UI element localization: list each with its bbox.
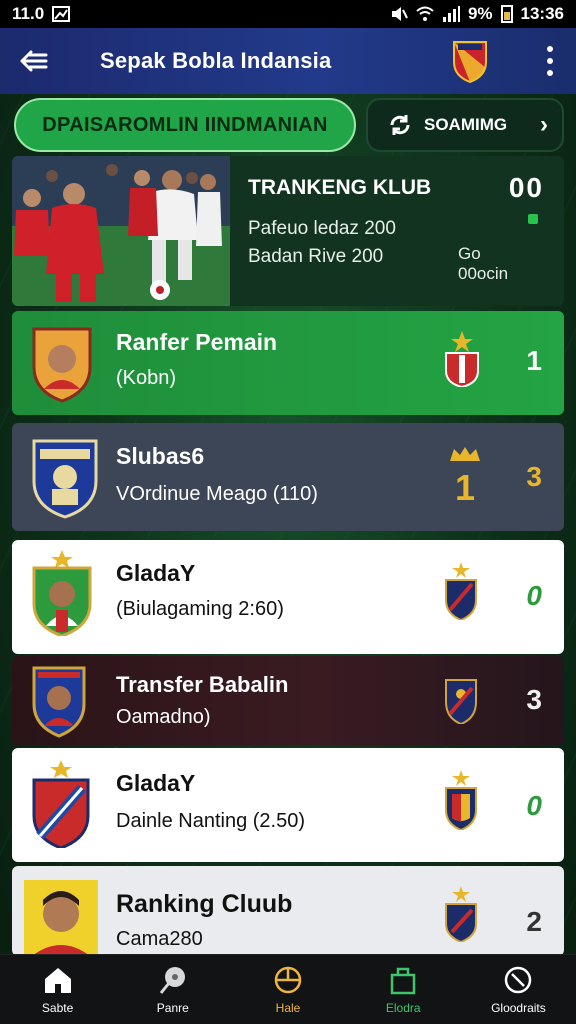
hero-card[interactable]: TRANKENG KLUB 00 Pafeuo ledaz 200 Badan … bbox=[12, 156, 564, 306]
wifi-icon bbox=[416, 6, 434, 21]
bag-icon bbox=[390, 967, 416, 994]
arrow-left-icon bbox=[20, 50, 48, 72]
row-subtitle: (Kobn) bbox=[116, 367, 177, 389]
row-title: Slubas6 bbox=[116, 443, 205, 469]
hero-mini-1: Go bbox=[458, 244, 481, 263]
status-clock: 13:36 bbox=[520, 4, 564, 23]
row-title: Transfer Babalin bbox=[116, 672, 289, 697]
row-title: GladaY bbox=[116, 560, 196, 586]
home-icon bbox=[44, 967, 71, 993]
trophy-badge: 1 bbox=[448, 445, 482, 509]
app-bar: Sepak Bobla Indansia bbox=[0, 28, 576, 94]
row-subtitle: (Biulagaming 2:60) bbox=[116, 598, 284, 620]
team-badge-icon bbox=[445, 562, 477, 620]
trophy-count: 1 bbox=[454, 467, 476, 508]
list-item[interactable]: Ranfer Pemain (Kobn) 1 bbox=[12, 311, 564, 415]
row-subtitle: Cama280 bbox=[116, 928, 203, 950]
refresh-icon bbox=[390, 115, 410, 135]
list-item[interactable]: GladaY Dainle Nanting (2.50) 0 bbox=[12, 748, 564, 862]
row-rank: 0 bbox=[526, 790, 542, 821]
club-crest-icon bbox=[32, 439, 98, 519]
bottom-nav: Sabte Panre Hale Elodra Gloodraits bbox=[0, 954, 576, 1024]
nav-item-ball[interactable]: Panre bbox=[115, 955, 230, 1024]
image-icon bbox=[52, 6, 71, 22]
nav-item-target[interactable]: Hale bbox=[230, 955, 345, 1024]
signal-icon bbox=[442, 6, 460, 22]
nav-label: Sabte bbox=[41, 1000, 74, 1015]
row-subtitle: Dainle Nanting (2.50) bbox=[116, 810, 305, 832]
nav-label: Panre bbox=[156, 1000, 189, 1015]
status-time: 11.0 bbox=[12, 4, 45, 23]
row-rank: 3 bbox=[526, 461, 542, 492]
chevron-right-icon: › bbox=[540, 111, 548, 138]
back-button[interactable] bbox=[18, 45, 50, 77]
list-item[interactable]: Ranking Cluub Cama280 2 bbox=[12, 866, 564, 956]
app-title: Sepak Bobla Indansia bbox=[100, 48, 332, 73]
team-badge-icon bbox=[445, 331, 479, 387]
row-subtitle: Oamadno) bbox=[116, 706, 211, 728]
row-rank: 0 bbox=[526, 580, 542, 611]
tab-secondary[interactable]: SOAMIMG › bbox=[366, 98, 564, 152]
team-badge-icon bbox=[445, 770, 477, 830]
row-subtitle: VOrdinue Meago (110) bbox=[116, 483, 318, 505]
club-crest-icon bbox=[32, 760, 90, 848]
crown-icon bbox=[450, 447, 480, 461]
player-crest-icon bbox=[32, 327, 92, 403]
list-item[interactable]: Slubas6 VOrdinue Meago (110) 1 3 bbox=[12, 423, 564, 531]
status-bar: 11.0 9% 13:36 bbox=[0, 0, 576, 28]
mute-icon bbox=[391, 7, 408, 21]
nav-label: Hale bbox=[275, 1000, 301, 1015]
row-rank: 1 bbox=[526, 345, 542, 376]
battery-icon bbox=[500, 5, 513, 23]
row-title: Ranking Cluub bbox=[116, 890, 293, 918]
list-item[interactable]: GladaY (Biulagaming 2:60) 0 bbox=[12, 540, 564, 654]
player-crest-icon bbox=[32, 550, 92, 636]
timer-icon bbox=[505, 966, 532, 993]
hero-score: 00 bbox=[508, 172, 544, 203]
target-icon bbox=[274, 966, 302, 993]
hero-mini-2: 00ocin bbox=[458, 264, 509, 283]
team-badge-icon bbox=[445, 679, 477, 724]
player-crest-icon bbox=[32, 666, 86, 738]
more-menu-button[interactable] bbox=[546, 46, 554, 76]
nav-item-timer[interactable]: Gloodraits bbox=[461, 955, 576, 1024]
team-badge-icon bbox=[445, 886, 477, 942]
list-item[interactable]: Transfer Babalin Oamadno) 3 bbox=[12, 656, 564, 746]
row-title: GladaY bbox=[116, 770, 196, 796]
hero-detail-2: Badan Rive 200 bbox=[248, 246, 384, 267]
row-rank: 3 bbox=[526, 684, 542, 715]
nav-item-bag[interactable]: Elodra bbox=[346, 955, 461, 1024]
nav-label: Gloodraits bbox=[491, 1000, 546, 1015]
row-title: Ranfer Pemain bbox=[116, 329, 278, 355]
hero-detail-1: Pafeuo ledaz 200 bbox=[248, 218, 396, 239]
row-rank: 2 bbox=[526, 906, 542, 937]
nav-label: Elodra bbox=[385, 1000, 421, 1015]
nav-item-home[interactable]: Sabte bbox=[0, 955, 115, 1024]
player-avatar bbox=[24, 880, 98, 956]
tab-primary[interactable]: DPAISAROMLIN IINDMANIAN bbox=[14, 98, 356, 152]
status-indicator-icon bbox=[528, 214, 538, 224]
battery-percent: 9% bbox=[467, 4, 493, 23]
match-photo bbox=[12, 156, 230, 306]
ball-icon bbox=[159, 966, 185, 994]
club-logo-icon bbox=[453, 41, 487, 84]
hero-title: TRANKENG KLUB bbox=[248, 176, 432, 199]
tab-secondary-label: SOAMIMG bbox=[424, 115, 508, 134]
